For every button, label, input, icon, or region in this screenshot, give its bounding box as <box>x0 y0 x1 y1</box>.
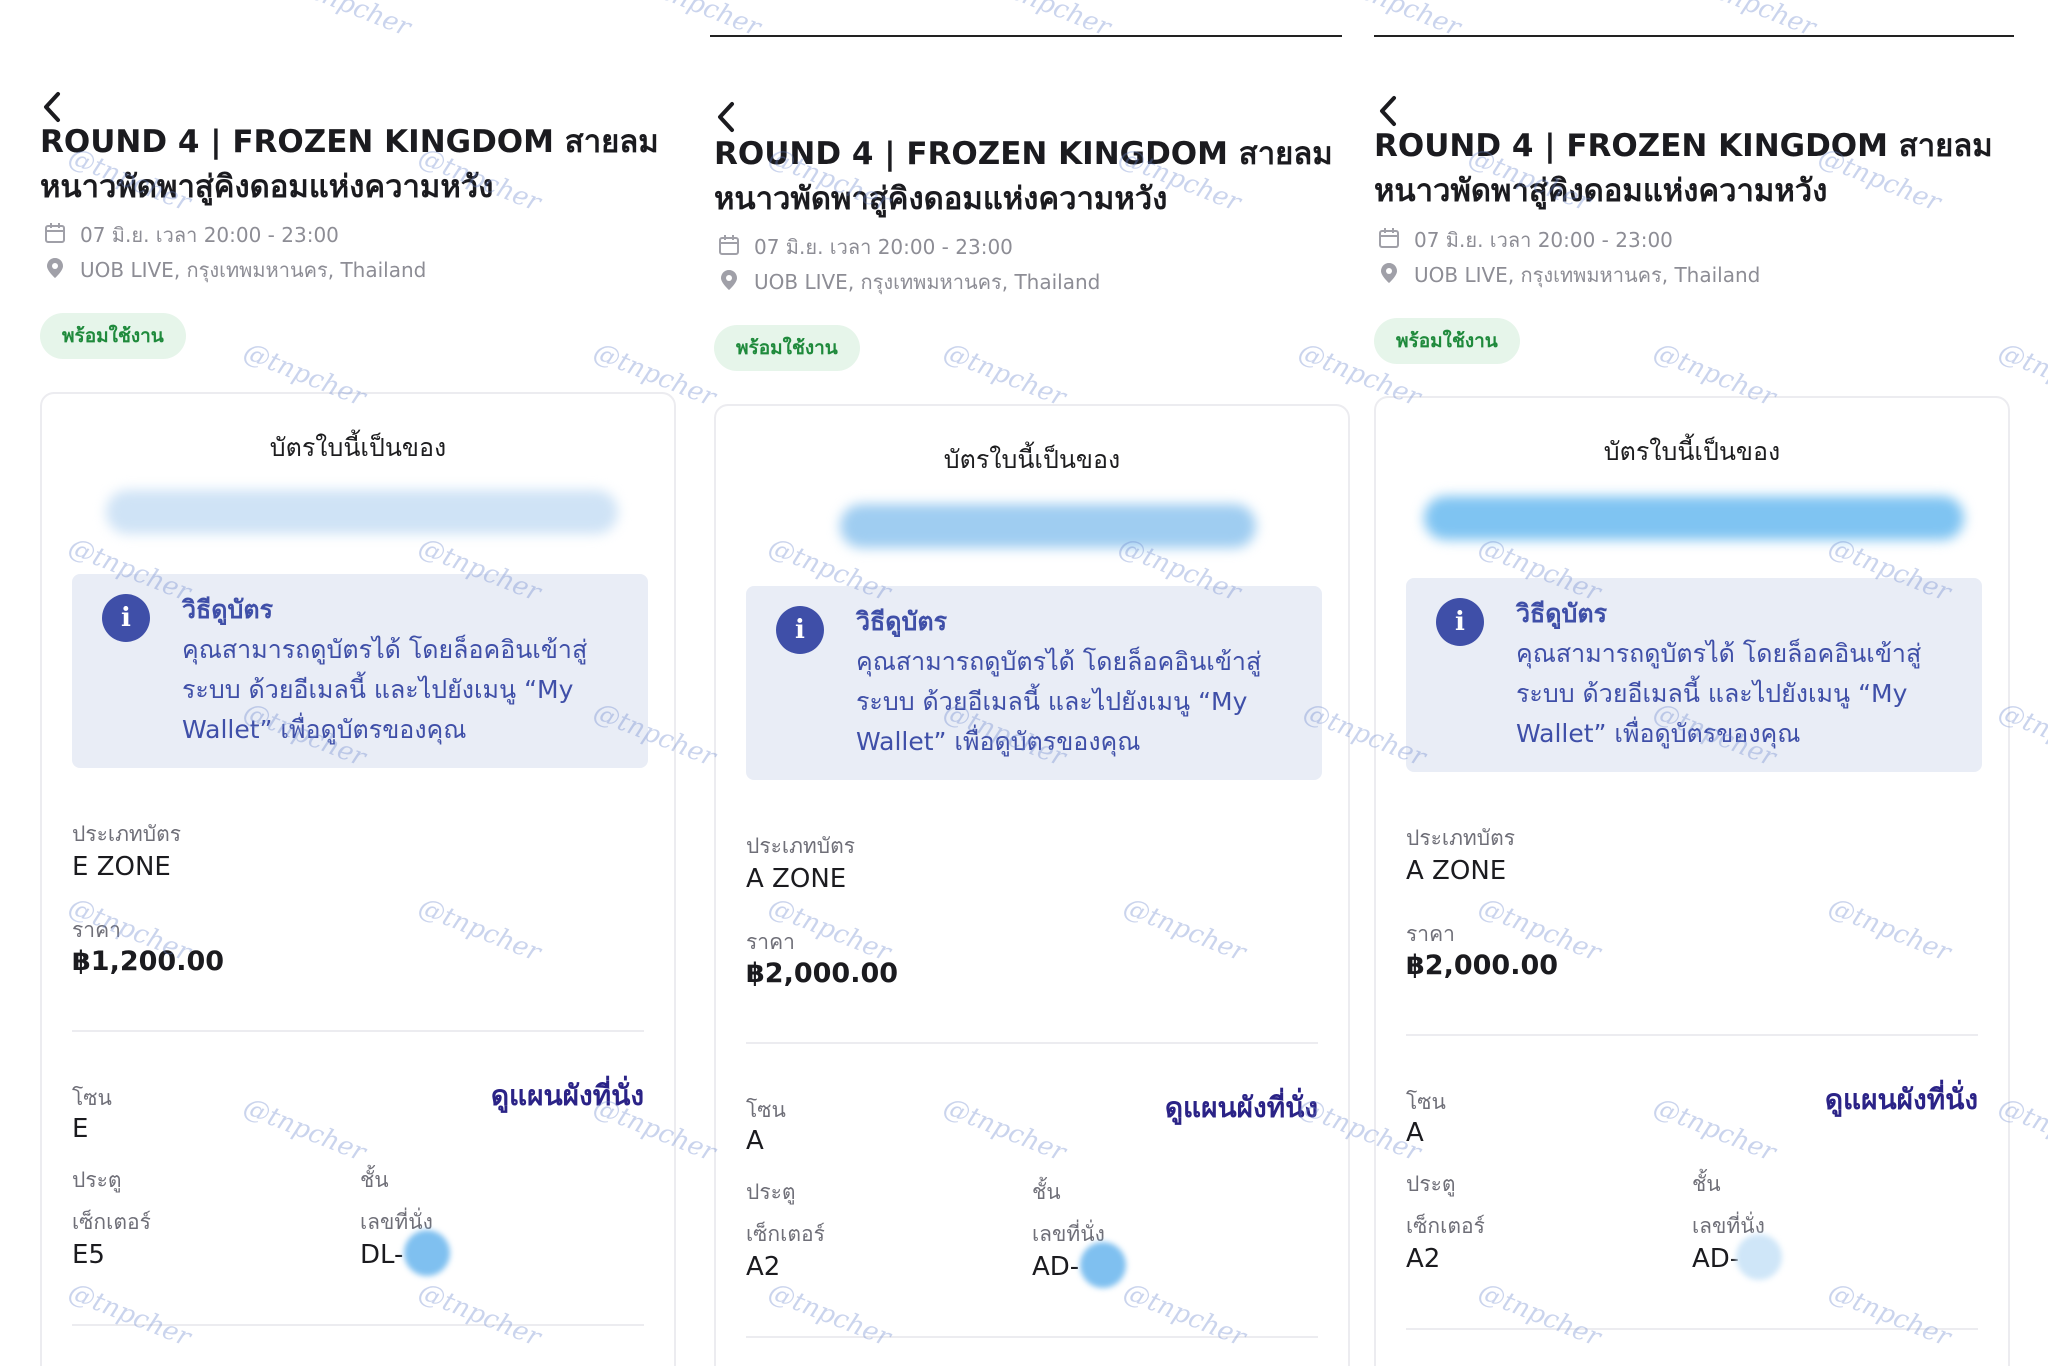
event-date-text: 07 มิ.ย. เวลา 20:00 - 23:00 <box>754 235 1013 259</box>
event-location-text: UOB LIVE, กรุงเทพมหานคร, Thailand <box>1414 263 1761 287</box>
back-chevron-icon[interactable] <box>712 100 742 134</box>
zone-value: A <box>1406 1118 1424 1148</box>
floor-label: ชั้น <box>1032 1180 1061 1204</box>
seat-value: AD- <box>1692 1244 1740 1274</box>
divider <box>72 1324 644 1326</box>
sector-label: เซ็กเตอร์ <box>72 1210 151 1234</box>
info-icon: i <box>776 606 824 654</box>
how-to-view-box: i วิธีดูบัตร คุณสามารถดูบัตรได้ โดยล็อคอ… <box>72 574 648 768</box>
status-badge: พร้อมใช้งาน <box>714 325 860 371</box>
zone-value: E <box>72 1114 89 1144</box>
location-pin-icon <box>1378 262 1400 289</box>
ticket-card: บัตรใบนี้เป็นของ i วิธีดูบัตร คุณสามารถด… <box>40 392 676 1366</box>
seat-number-redacted <box>404 1230 450 1276</box>
gate-label: ประตู <box>72 1168 122 1192</box>
ticket-type-label: ประเภทบัตร <box>1406 826 1515 850</box>
top-rule <box>710 35 1342 37</box>
back-chevron-icon[interactable] <box>1374 94 1404 128</box>
top-rule <box>1374 35 2014 37</box>
event-location-text: UOB LIVE, กรุงเทพมหานคร, Thailand <box>80 258 427 282</box>
seat-number-redacted <box>1736 1234 1782 1280</box>
price-value: ฿2,000.00 <box>746 958 899 989</box>
owner-name-redacted <box>1424 496 1964 540</box>
price-label: ราคา <box>1406 922 1455 946</box>
event-date-text: 07 มิ.ย. เวลา 20:00 - 23:00 <box>80 223 339 247</box>
how-to-view-box: i วิธีดูบัตร คุณสามารถดูบัตรได้ โดยล็อคอ… <box>1406 578 1982 772</box>
info-icon: i <box>1436 598 1484 646</box>
event-location: UOB LIVE, กรุงเทพมหานคร, Thailand <box>44 254 426 286</box>
event-title: ROUND 4 | FROZEN KINGDOM สายลมหนาวพัดพาส… <box>1374 128 1993 209</box>
back-chevron-icon[interactable] <box>38 90 68 124</box>
owner-label: บัตรใบนี้เป็นของ <box>1603 437 1781 466</box>
status-badge: พร้อมใช้งาน <box>1374 318 1520 364</box>
floor-label: ชั้น <box>360 1168 389 1192</box>
gate-label: ประตู <box>746 1180 796 1204</box>
zone-label: โซน <box>1406 1090 1446 1114</box>
price-value: ฿1,200.00 <box>72 946 225 977</box>
ticket-type-label: ประเภทบัตร <box>746 834 855 858</box>
info-text: คุณสามารถดูบัตรได้ โดยล็อคอินเข้าสู่ระบบ… <box>182 635 588 744</box>
owner-name-redacted <box>106 490 618 534</box>
divider <box>1406 1034 1978 1036</box>
calendar-icon <box>44 222 66 249</box>
info-title: วิธีดูบัตร <box>856 607 948 636</box>
ticket-panel-2: ROUND 4 | FROZEN KINGDOM สายลมหนาวพัดพาส… <box>690 0 1374 1366</box>
sector-value: E5 <box>72 1240 105 1270</box>
sector-value: A2 <box>746 1252 781 1282</box>
how-to-view-box: i วิธีดูบัตร คุณสามารถดูบัตรได้ โดยล็อคอ… <box>746 586 1322 780</box>
event-location: UOB LIVE, กรุงเทพมหานคร, Thailand <box>718 266 1100 298</box>
event-date: 07 มิ.ย. เวลา 20:00 - 23:00 <box>718 231 1013 263</box>
divider <box>72 1030 644 1032</box>
location-pin-icon <box>44 257 66 284</box>
ticket-card: บัตรใบนี้เป็นของ i วิธีดูบัตร คุณสามารถด… <box>1374 396 2010 1366</box>
calendar-icon <box>1378 227 1400 254</box>
info-title: วิธีดูบัตร <box>1516 599 1608 628</box>
seat-value: AD- <box>1032 1252 1080 1282</box>
event-title: ROUND 4 | FROZEN KINGDOM สายลมหนาวพัดพาส… <box>714 136 1333 217</box>
event-location: UOB LIVE, กรุงเทพมหานคร, Thailand <box>1378 259 1760 291</box>
location-pin-icon <box>718 269 740 296</box>
event-location-text: UOB LIVE, กรุงเทพมหานคร, Thailand <box>754 270 1101 294</box>
event-date-text: 07 มิ.ย. เวลา 20:00 - 23:00 <box>1414 228 1673 252</box>
ticket-panel-3: ROUND 4 | FROZEN KINGDOM สายลมหนาวพัดพาส… <box>1374 0 2048 1366</box>
status-badge: พร้อมใช้งาน <box>40 313 186 359</box>
ticket-type-label: ประเภทบัตร <box>72 822 181 846</box>
info-title: วิธีดูบัตร <box>182 595 274 624</box>
zone-value: A <box>746 1126 764 1156</box>
calendar-icon <box>718 234 740 261</box>
seat-map-link[interactable]: ดูแผนผังที่นั่ง <box>1825 1078 1978 1122</box>
ticket-card: บัตรใบนี้เป็นของ i วิธีดูบัตร คุณสามารถด… <box>714 404 1350 1366</box>
floor-label: ชั้น <box>1692 1172 1721 1196</box>
ticket-type-value: A ZONE <box>746 864 847 894</box>
zone-label: โซน <box>746 1098 786 1122</box>
owner-name-redacted <box>840 504 1256 548</box>
ticket-type-value: A ZONE <box>1406 856 1507 886</box>
seat-map-link[interactable]: ดูแผนผังที่นั่ง <box>1165 1086 1318 1130</box>
seat-number-redacted <box>1080 1242 1126 1288</box>
ticket-type-value: E ZONE <box>72 852 171 882</box>
sector-label: เซ็กเตอร์ <box>746 1222 825 1246</box>
info-text: คุณสามารถดูบัตรได้ โดยล็อคอินเข้าสู่ระบบ… <box>856 647 1262 756</box>
ticket-panel-1: ROUND 4 | FROZEN KINGDOM สายลมหนาวพัดพาส… <box>0 0 690 1366</box>
divider <box>746 1336 1318 1338</box>
owner-label: บัตรใบนี้เป็นของ <box>269 433 447 462</box>
event-date: 07 มิ.ย. เวลา 20:00 - 23:00 <box>44 219 339 251</box>
sector-label: เซ็กเตอร์ <box>1406 1214 1485 1238</box>
zone-label: โซน <box>72 1086 112 1110</box>
info-text: คุณสามารถดูบัตรได้ โดยล็อคอินเข้าสู่ระบบ… <box>1516 639 1922 748</box>
sector-value: A2 <box>1406 1244 1441 1274</box>
event-title: ROUND 4 | FROZEN KINGDOM สายลมหนาวพัดพาส… <box>40 124 659 205</box>
price-label: ราคา <box>72 918 121 942</box>
divider <box>746 1042 1318 1044</box>
gate-label: ประตู <box>1406 1172 1456 1196</box>
event-date: 07 มิ.ย. เวลา 20:00 - 23:00 <box>1378 224 1673 256</box>
info-icon: i <box>102 594 150 642</box>
price-label: ราคา <box>746 930 795 954</box>
seat-value: DL- <box>360 1240 404 1270</box>
seat-map-link[interactable]: ดูแผนผังที่นั่ง <box>491 1074 644 1118</box>
divider <box>1406 1328 1978 1330</box>
owner-label: บัตรใบนี้เป็นของ <box>943 445 1121 474</box>
price-value: ฿2,000.00 <box>1406 950 1559 981</box>
